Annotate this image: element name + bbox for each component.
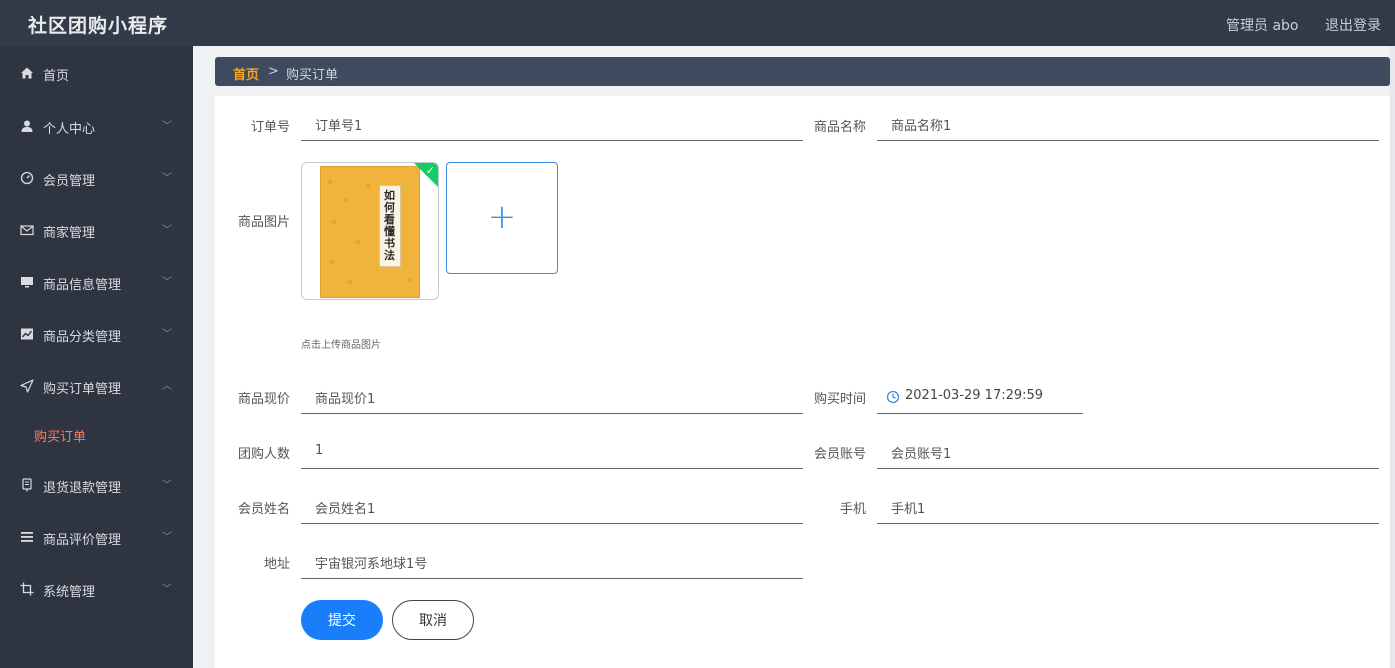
chevron-down-icon: ﹀ (162, 121, 172, 132)
monitor-icon (20, 275, 34, 289)
group-count-input[interactable]: 1 (301, 435, 803, 469)
member-account-input[interactable]: 会员账号1 (877, 435, 1379, 469)
address-label: 地址 (263, 557, 290, 572)
order-no-input[interactable]: 订单号1 (301, 107, 803, 141)
chevron-up-icon: ︿ (162, 381, 172, 392)
sidebar-item-label: 商家管理 (43, 226, 96, 241)
group-count-value: 1 (315, 443, 324, 458)
sidebar-item-label: 会员管理 (43, 174, 96, 189)
member-name-input[interactable]: 会员姓名1 (301, 490, 803, 524)
cancel-button[interactable]: 取消 (392, 600, 474, 640)
sidebar-item-label: 个人中心 (43, 122, 96, 137)
sidebar-item-reviews[interactable]: 商品评价管理 ﹀ (0, 512, 193, 564)
home-icon (20, 66, 34, 80)
breadcrumb-current: 购买订单 (286, 68, 339, 83)
price-label: 商品现价 (237, 392, 290, 407)
sidebar-item-home[interactable]: 首页 (0, 48, 193, 100)
product-image-label: 商品图片 (237, 215, 290, 230)
sidebar-item-label: 系统管理 (43, 585, 96, 600)
purchase-time-value: 2021-03-29 17:29:59 (905, 388, 1044, 403)
scrollbar-track[interactable] (1390, 46, 1395, 668)
user-icon (20, 119, 34, 133)
sidebar-item-label: 退货退款管理 (43, 481, 122, 496)
plus-icon: + (487, 197, 517, 237)
member-name-value: 会员姓名1 (315, 502, 376, 517)
order-no-value: 订单号1 (315, 119, 363, 134)
book-title: 如何看懂书法 (384, 189, 395, 262)
member-account-value: 会员账号1 (891, 447, 952, 462)
sidebar-item-orders[interactable]: 购买订单管理 ︿ (0, 361, 193, 413)
submit-button[interactable]: 提交 (301, 600, 383, 640)
sidebar-item-product-category[interactable]: 商品分类管理 ﹀ (0, 309, 193, 361)
current-user: 管理员 abo (1226, 18, 1299, 34)
breadcrumb-home[interactable]: 首页 (233, 64, 259, 83)
clock-icon (886, 389, 900, 408)
purchase-time-label: 购买时间 (813, 392, 866, 407)
top-bar: 社区团购小程序 管理员 abo 退出登录 (0, 0, 1395, 46)
book-title-label: 如何看懂书法 (379, 185, 401, 267)
price-value: 商品现价1 (315, 392, 376, 407)
upload-tip: 点击上传商品图片 (301, 340, 381, 351)
chevron-down-icon: ﹀ (162, 277, 172, 288)
order-no-label: 订单号 (250, 120, 290, 135)
check-icon: ✓ (425, 164, 435, 177)
member-account-label: 会员账号 (813, 447, 866, 462)
phone-value: 手机1 (891, 502, 926, 517)
receipt-icon (20, 478, 34, 492)
address-input[interactable]: 宇宙银河系地球1号 (301, 545, 803, 579)
sidebar-item-profile[interactable]: 个人中心 ﹀ (0, 101, 193, 153)
chart-icon (20, 327, 34, 341)
sidebar-item-label: 商品信息管理 (43, 278, 122, 293)
sidebar-item-label: 商品评价管理 (43, 533, 122, 548)
chevron-down-icon: ﹀ (162, 173, 172, 184)
member-name-label: 会员姓名 (237, 502, 290, 517)
sidebar-item-members[interactable]: 会员管理 ﹀ (0, 153, 193, 205)
sidebar-item-merchants[interactable]: 商家管理 ﹀ (0, 205, 193, 257)
group-count-label: 团购人数 (237, 447, 290, 462)
sidebar-item-system[interactable]: 系统管理 ﹀ (0, 564, 193, 616)
app-title: 社区团购小程序 (28, 15, 169, 37)
chevron-down-icon: ﹀ (162, 329, 172, 340)
chevron-down-icon: ﹀ (162, 532, 172, 543)
price-input[interactable]: 商品现价1 (301, 380, 803, 414)
list-icon (20, 530, 34, 544)
breadcrumb: 首页 > 购买订单 (215, 57, 1390, 86)
chevron-down-icon: ﹀ (162, 225, 172, 236)
sidebar-item-label: 首页 (43, 69, 70, 84)
chevron-down-icon: ﹀ (162, 480, 172, 491)
sidebar-item-label: 购买订单管理 (43, 382, 122, 397)
breadcrumb-separator: > (268, 64, 279, 79)
phone-input[interactable]: 手机1 (877, 490, 1379, 524)
product-name-input[interactable]: 商品名称1 (877, 107, 1379, 141)
product-image-thumbnail[interactable]: ◆ ◆ ◆ ◆ ◆ ◆ ◆ ◆ 如何看懂书法 ✓ (301, 162, 439, 300)
phone-label: 手机 (839, 502, 866, 517)
product-name-value: 商品名称1 (891, 119, 952, 134)
product-name-label: 商品名称 (813, 120, 866, 135)
book-cover-image: ◆ ◆ ◆ ◆ ◆ ◆ ◆ ◆ 如何看懂书法 (320, 166, 420, 298)
upload-image-button[interactable]: + (446, 162, 558, 274)
sidebar-subitem-label: 购买订单 (34, 430, 87, 445)
chevron-down-icon: ﹀ (162, 584, 172, 595)
send-icon (20, 379, 34, 393)
sidebar: 首页 个人中心 ﹀ 会员管理 ﹀ 商家管理 ﹀ 商品信息管理 ﹀ 商品分类管理 … (0, 46, 193, 668)
address-value: 宇宙银河系地球1号 (315, 557, 428, 572)
sidebar-item-product-info[interactable]: 商品信息管理 ﹀ (0, 257, 193, 309)
sidebar-item-label: 商品分类管理 (43, 330, 122, 345)
crop-icon (20, 582, 34, 596)
gauge-icon (20, 171, 34, 185)
sidebar-subitem-purchase-orders[interactable]: 购买订单 (0, 415, 193, 455)
purchase-time-picker[interactable]: 2021-03-29 17:29:59 (877, 380, 1083, 414)
mail-icon (20, 223, 34, 237)
logout-link[interactable]: 退出登录 (1325, 15, 1381, 35)
sidebar-item-refunds[interactable]: 退货退款管理 ﹀ (0, 460, 193, 512)
